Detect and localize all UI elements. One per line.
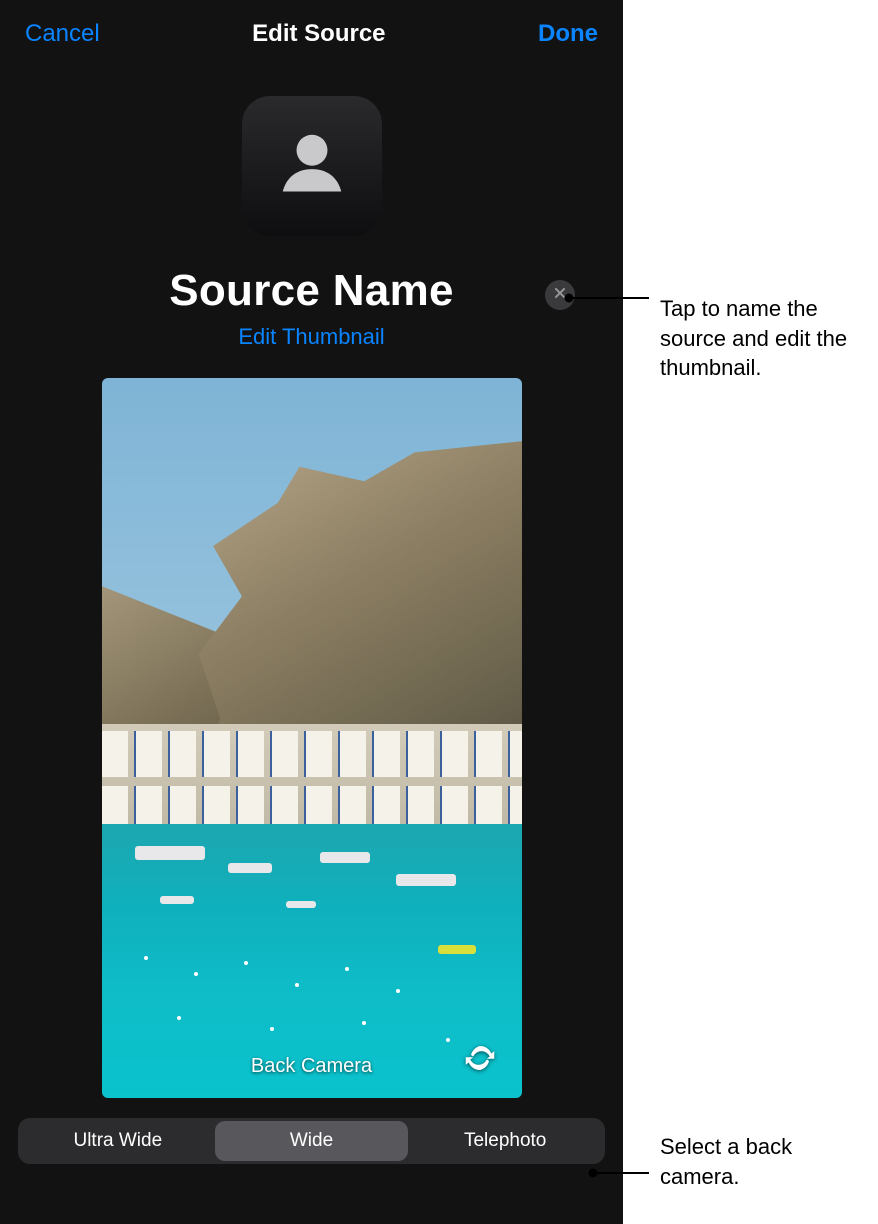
- done-button[interactable]: Done: [538, 20, 598, 48]
- callout-line: [569, 297, 649, 299]
- lens-option-telephoto[interactable]: Telephoto: [408, 1121, 602, 1161]
- page-title: Edit Source: [252, 20, 385, 48]
- source-name-row: Source Name Edit Thumbnail: [0, 266, 623, 350]
- camera-flip-icon: [462, 1040, 498, 1081]
- flip-camera-button[interactable]: [458, 1038, 502, 1082]
- nav-bar: Cancel Edit Source Done: [0, 0, 623, 58]
- source-name-field[interactable]: Source Name: [169, 266, 454, 316]
- thumbnail-block: [0, 96, 623, 236]
- lens-option-ultra-wide[interactable]: Ultra Wide: [21, 1121, 215, 1161]
- camera-preview-image: [102, 378, 522, 1098]
- thumbnail-tile[interactable]: [242, 96, 382, 236]
- lens-segmented-control: Ultra Wide Wide Telephoto: [18, 1118, 605, 1164]
- camera-preview: Back Camera: [102, 378, 522, 1098]
- edit-thumbnail-link[interactable]: Edit Thumbnail: [238, 324, 384, 350]
- cancel-button[interactable]: Cancel: [25, 20, 100, 48]
- callout-line: [593, 1172, 649, 1174]
- edit-source-panel: Cancel Edit Source Done Source Name Edit…: [0, 0, 623, 1224]
- lens-option-wide[interactable]: Wide: [215, 1121, 409, 1161]
- person-silhouette-icon: [269, 121, 355, 212]
- callout-name-edit: Tap to name the source and edit the thum…: [660, 294, 870, 383]
- callout-lens-select: Select a back camera.: [660, 1132, 870, 1191]
